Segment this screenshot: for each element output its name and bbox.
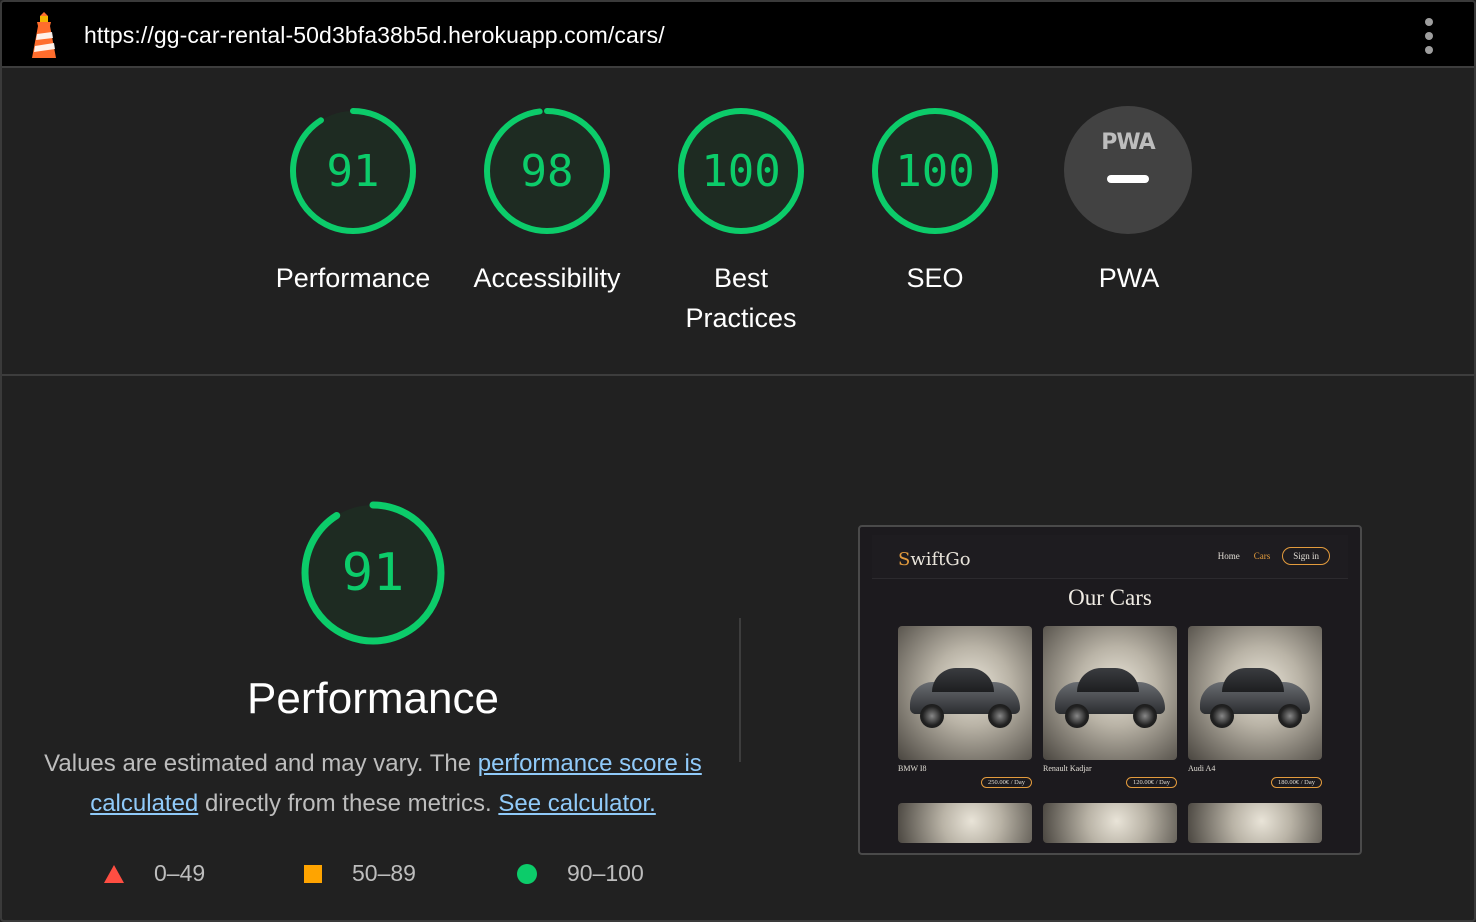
thumb-brand: SwiftGo bbox=[898, 549, 971, 570]
thumb-navbar: SwiftGo Home Cars Sign in bbox=[872, 535, 1348, 579]
pwa-badge-icon: PWA bbox=[1064, 106, 1192, 234]
triangle-icon bbox=[104, 864, 124, 883]
thumb-nav-cars: Cars bbox=[1253, 551, 1271, 561]
car-price: 250.00€ / Day bbox=[980, 777, 1032, 788]
gauge-performance[interactable]: 91 Performance bbox=[253, 106, 453, 298]
legend-average: 50–89 bbox=[304, 860, 416, 887]
report-frame: https://gg-car-rental-50d3bfa38b5d.herok… bbox=[0, 0, 1476, 922]
thumb-nav-links: Home Cars Sign in bbox=[1204, 547, 1330, 565]
car-price: 180.00€ / Day bbox=[1270, 777, 1322, 788]
car-image bbox=[1188, 803, 1322, 843]
gauge-accessibility[interactable]: 98 Accessibility bbox=[447, 106, 647, 298]
gauge-label: SEO bbox=[906, 263, 964, 293]
page-url: https://gg-car-rental-50d3bfa38b5d.herok… bbox=[84, 22, 665, 48]
car-card: Renault Kadjar 120.00€ / Day bbox=[1043, 626, 1177, 788]
performance-gauge: 91 bbox=[300, 500, 446, 646]
car-price: 120.00€ / Day bbox=[1125, 777, 1177, 788]
gauge-best-practices[interactable]: 100 Best Practices bbox=[641, 106, 841, 338]
see-calculator-link[interactable]: See calculator. bbox=[498, 790, 655, 817]
scores-summary: 91 Performance 98 Accessibility 100 Best… bbox=[2, 68, 1474, 376]
car-image bbox=[1043, 803, 1177, 843]
gauge-score: 98 bbox=[520, 145, 574, 197]
legend-pass: 90–100 bbox=[517, 860, 644, 887]
thumb-nav-home: Home bbox=[1217, 551, 1240, 561]
car-image bbox=[898, 626, 1032, 760]
car-name: BMW I8 bbox=[898, 764, 927, 773]
desc-middle: directly from these metrics. bbox=[198, 790, 499, 817]
gauge-pwa[interactable]: PWA PWA bbox=[1029, 106, 1229, 298]
circle-icon bbox=[517, 863, 537, 884]
car-card bbox=[1043, 803, 1177, 843]
gauge-label: Best Practices bbox=[685, 263, 797, 333]
more-options-icon[interactable] bbox=[1422, 18, 1436, 54]
gauge-score: 91 bbox=[326, 145, 380, 197]
gauge-label: Performance bbox=[275, 263, 431, 293]
gauge-label: PWA bbox=[1098, 263, 1160, 293]
performance-description: Values are estimated and may vary. The p… bbox=[42, 744, 704, 824]
gauge-score: 100 bbox=[701, 145, 781, 197]
thumb-title: Our Cars bbox=[1068, 585, 1152, 610]
car-name: Renault Kadjar bbox=[1043, 764, 1092, 773]
car-name: Audi A4 bbox=[1188, 764, 1216, 773]
car-card: BMW I8 250.00€ / Day bbox=[898, 626, 1032, 788]
gauge-label: Accessibility bbox=[473, 263, 621, 293]
lighthouse-logo-icon bbox=[32, 12, 56, 58]
thumb-signin: Sign in bbox=[1282, 547, 1330, 565]
pwa-dash-icon bbox=[1107, 175, 1149, 183]
car-image bbox=[898, 803, 1032, 843]
section-divider bbox=[739, 618, 741, 762]
square-icon bbox=[304, 864, 322, 883]
legend-range: 0–49 bbox=[154, 860, 206, 886]
pwa-badge-text: PWA bbox=[1101, 130, 1155, 155]
gauge-score: 100 bbox=[895, 145, 975, 197]
legend-range: 90–100 bbox=[567, 860, 644, 886]
car-card bbox=[898, 803, 1032, 843]
final-screenshot[interactable]: SwiftGo Home Cars Sign in Our Cars BMW I… bbox=[858, 525, 1362, 855]
gauge-seo[interactable]: 100 SEO bbox=[835, 106, 1035, 298]
top-bar: https://gg-car-rental-50d3bfa38b5d.herok… bbox=[2, 2, 1474, 68]
car-card bbox=[1188, 803, 1322, 843]
car-image bbox=[1188, 626, 1322, 760]
legend-range: 50–89 bbox=[352, 860, 416, 886]
performance-title: Performance bbox=[247, 674, 499, 723]
legend-fail: 0–49 bbox=[104, 860, 205, 887]
car-image bbox=[1043, 626, 1177, 760]
car-card: Audi A4 180.00€ / Day bbox=[1188, 626, 1322, 788]
desc-prefix: Values are estimated and may vary. The bbox=[44, 750, 478, 777]
performance-score: 91 bbox=[341, 543, 405, 603]
